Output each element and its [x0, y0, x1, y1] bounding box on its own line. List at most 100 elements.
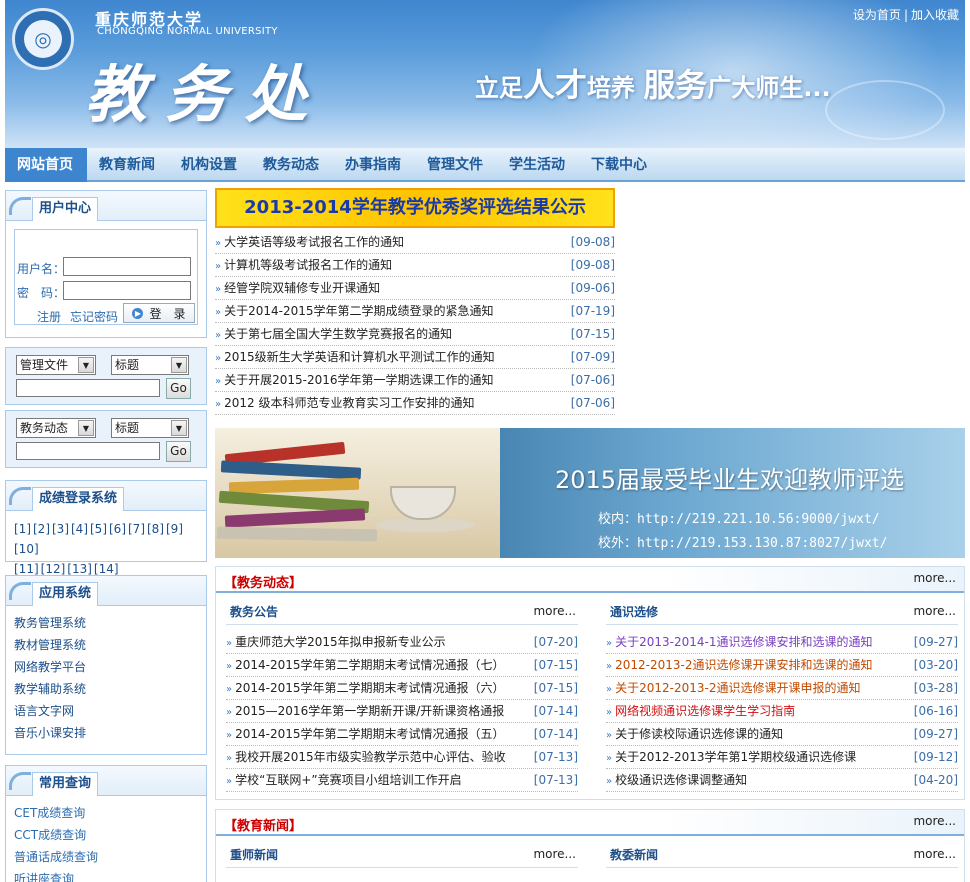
search-input[interactable] — [16, 379, 160, 397]
nav-home[interactable]: 网站首页 — [5, 148, 87, 182]
news-item[interactable]: » 关于开展2015-2016学年第一学期选课工作的通知 [07-06] — [215, 369, 615, 392]
news-item[interactable]: » 2012-2013-2通识选修课开课安排和选课的通知 [03-20] — [606, 654, 958, 677]
field-select[interactable]: 标题 ▼ — [111, 418, 189, 438]
bullet-icon: » — [606, 730, 613, 741]
wing-icon — [9, 582, 31, 600]
news-title: 经管学院双辅修专业开课通知 — [224, 281, 381, 295]
news-item[interactable]: » 关于2012-2013学年第1学期校级通识选修课 [09-12] — [606, 746, 958, 769]
bullet-icon: » — [606, 684, 613, 695]
grade-link[interactable]: [14] — [94, 562, 119, 576]
category-select[interactable]: 管理文件 ▼ — [16, 355, 96, 375]
news-item[interactable]: » 2015级新生大学英语和计算机水平测试工作的通知 [07-09] — [215, 346, 615, 369]
search-input[interactable] — [16, 442, 160, 460]
query-link[interactable]: CET成绩查询 — [14, 802, 206, 824]
news-title: 学校“互联网+”竞赛项目小组培训工作开启 — [235, 773, 462, 787]
news-item[interactable]: » 关于第七届全国大学生数学竞赛报名的通知 [07-15] — [215, 323, 615, 346]
news-date: [07-19] — [570, 304, 615, 318]
panel-title: 用户中心 — [32, 197, 99, 221]
news-date: [04-20] — [913, 773, 958, 787]
news-item[interactable]: » 关于2014-2015学年第二学期成绩登录的紧急通知 [07-19] — [215, 300, 615, 323]
grade-link[interactable]: [10] — [14, 542, 39, 556]
add-favorite-link[interactable]: 加入收藏 — [911, 8, 959, 22]
news-title: 关于第七届全国大学生数学竞赛报名的通知 — [224, 327, 453, 341]
more-link[interactable]: more... — [913, 604, 956, 618]
more-link[interactable]: more... — [913, 814, 956, 828]
column-title: 教委新闻 — [610, 848, 659, 862]
news-date: [07-06] — [570, 373, 615, 387]
news-item[interactable]: » 大学英语等级考试报名工作的通知 [09-08] — [215, 231, 615, 254]
school-news-column: 重师新闻 more... — [226, 840, 578, 868]
column-title: 教务公告 — [230, 605, 279, 619]
news-item[interactable]: » 2014-2015学年第二学期期末考试情况通报（六） [07-15] — [226, 677, 578, 700]
category-select[interactable]: 教务动态 ▼ — [16, 418, 96, 438]
news-item[interactable]: » 2015—2016学年第一学期新开课/开新课资格通报 [07-14] — [226, 700, 578, 723]
go-button[interactable]: Go — [166, 441, 191, 462]
nav-organization[interactable]: 机构设置 — [169, 148, 249, 182]
grade-link[interactable]: [2] — [33, 522, 50, 536]
set-homepage-link[interactable]: 设为首页 — [853, 8, 901, 22]
grade-link[interactable]: [13] — [67, 562, 92, 576]
nav-service-guide[interactable]: 办事指南 — [333, 148, 413, 182]
nav-student-activities[interactable]: 学生活动 — [497, 148, 577, 182]
grade-link[interactable]: [12] — [41, 562, 66, 576]
news-date: [09-08] — [570, 235, 615, 249]
news-item[interactable]: » 关于修读校际通识选修课的通知 [09-27] — [606, 723, 958, 746]
news-item[interactable]: » 2012 级本科师范专业教育实习工作安排的通知 [07-06] — [215, 392, 615, 415]
nav-academic-affairs[interactable]: 教务动态 — [251, 148, 331, 182]
grade-link[interactable]: [4] — [71, 522, 88, 536]
app-link[interactable]: 教学辅助系统 — [14, 678, 206, 700]
grade-link[interactable]: [5] — [90, 522, 107, 536]
news-item[interactable]: » 学校“互联网+”竞赛项目小组培训工作开启 [07-13] — [226, 769, 578, 792]
grade-link[interactable]: [7] — [128, 522, 145, 536]
query-link[interactable]: 听讲座查询 — [14, 868, 206, 882]
news-item[interactable]: » 2014-2015学年第二学期期末考试情况通报（五） [07-14] — [226, 723, 578, 746]
award-announcement-banner[interactable]: 2013-2014学年教学优秀奖评选结果公示 — [215, 188, 615, 228]
app-link[interactable]: 语言文字网 — [14, 700, 206, 722]
grade-link[interactable]: [8] — [147, 522, 164, 536]
nav-download-center[interactable]: 下载中心 — [579, 148, 659, 182]
news-item[interactable]: » 经管学院双辅修专业开课通知 [09-06] — [215, 277, 615, 300]
app-link[interactable]: 教材管理系统 — [14, 634, 206, 656]
grade-link[interactable]: [1] — [14, 522, 31, 536]
news-item[interactable]: » 计算机等级考试报名工作的通知 [09-08] — [215, 254, 615, 277]
password-input[interactable] — [63, 281, 191, 300]
query-link[interactable]: CCT成绩查询 — [14, 824, 206, 846]
grade-link[interactable]: [6] — [109, 522, 126, 536]
grade-link[interactable]: [9] — [166, 522, 183, 536]
bullet-icon: » — [226, 730, 233, 741]
register-link[interactable]: 注册 — [37, 308, 61, 325]
field-select[interactable]: 标题 ▼ — [111, 355, 189, 375]
separator: | — [903, 8, 908, 22]
app-link[interactable]: 音乐小课安排 — [14, 722, 206, 744]
teacher-vote-banner[interactable]: 2015届最受毕业生欢迎教师评选 校内：http://219.221.10.56… — [215, 428, 965, 558]
app-link[interactable]: 网络教学平台 — [14, 656, 206, 678]
news-item[interactable]: » 2014-2015学年第二学期期末考试情况通报（七） [07-15] — [226, 654, 578, 677]
more-link[interactable]: more... — [913, 571, 956, 585]
site-header: ◎ 重庆师范大学 CHONGQING NORMAL UNIVERSITY 教务处… — [5, 0, 965, 148]
news-item[interactable]: » 重庆师范大学2015年拟申报新专业公示 [07-20] — [226, 631, 578, 654]
news-item[interactable]: » 关于2013-2014-1通识选修课安排和选课的通知 [09-27] — [606, 631, 958, 654]
query-link[interactable]: 普通话成绩查询 — [14, 846, 206, 868]
more-link[interactable]: more... — [913, 847, 956, 861]
more-link[interactable]: more... — [533, 604, 576, 618]
news-item[interactable]: » 校级通识选修课调整通知 [04-20] — [606, 769, 958, 792]
username-input[interactable] — [63, 257, 191, 276]
external-url: 校外：http://219.153.130.87:8027/jwxt/ — [598, 536, 888, 551]
nav-education-news[interactable]: 教育新闻 — [87, 148, 167, 182]
news-title: 2014-2015学年第二学期期末考试情况通报（七） — [235, 658, 505, 672]
news-item[interactable]: » 网络视频通识选修课学生学习指南 [06-16] — [606, 700, 958, 723]
news-title: 关于2012-2013学年第1学期校级通识选修课 — [615, 750, 857, 764]
grade-link[interactable]: [3] — [52, 522, 69, 536]
go-button[interactable]: Go — [166, 378, 191, 399]
category-select-value: 管理文件 — [20, 358, 69, 372]
nav-management-docs[interactable]: 管理文件 — [415, 148, 495, 182]
news-item[interactable]: » 我校开展2015年市级实验教学示范中心评估、验收 [07-13] — [226, 746, 578, 769]
news-item[interactable]: » 关于2012-2013-2通识选修课开课申报的通知 [03-28] — [606, 677, 958, 700]
grade-link[interactable]: [11] — [14, 562, 39, 576]
forgot-password-link[interactable]: 忘记密码 — [70, 308, 118, 325]
app-link[interactable]: 教务管理系统 — [14, 612, 206, 634]
more-link[interactable]: more... — [533, 847, 576, 861]
login-button[interactable]: ▶ 登 录 — [123, 303, 195, 323]
bullet-icon: » — [226, 684, 233, 695]
news-title: 我校开展2015年市级实验教学示范中心评估、验收 — [235, 750, 506, 764]
